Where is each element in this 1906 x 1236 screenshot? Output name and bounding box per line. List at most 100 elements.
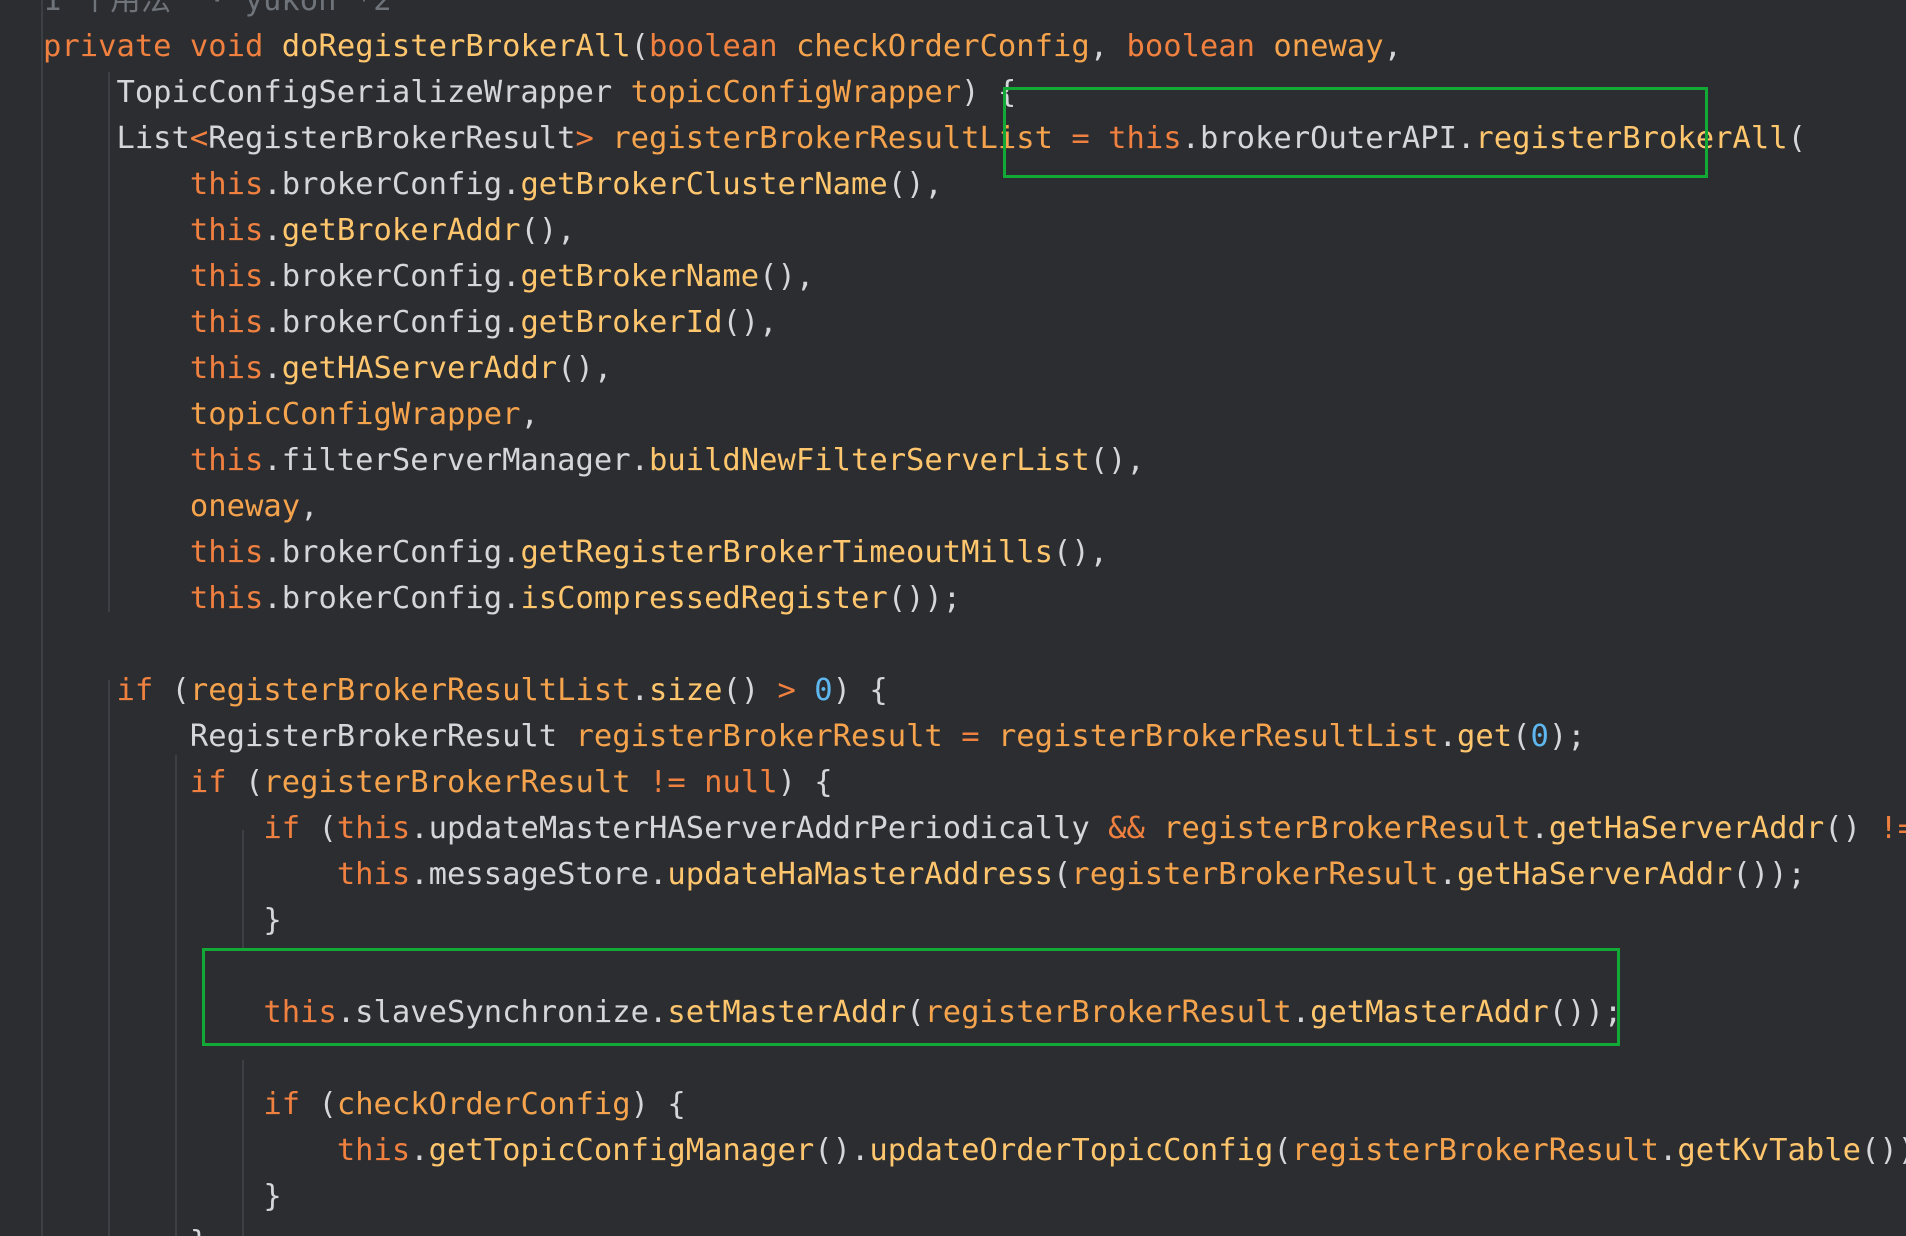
code-token: registerBrokerResult [1291,1133,1659,1168]
code-token: != [649,765,686,800]
code-token: void [189,29,264,64]
code-line[interactable]: this.filterServerManager.buildNewFilterS… [43,438,1145,484]
code-token: RegisterBrokerResult [208,121,576,156]
code-line[interactable]: if (registerBrokerResultList.size() > 0)… [43,668,888,714]
code-token: registerBrokerResult [1163,811,1531,846]
code-token: . [410,1133,429,1168]
code-token: ()); [1732,857,1806,892]
code-token: checkOrderConfig [795,29,1090,64]
code-token: ( [1787,121,1806,156]
code-token: this [189,305,264,340]
code-editor[interactable]: 1 个用法 · yukon *2 private void doRegisterB… [0,0,1906,1236]
code-token: this [336,1133,411,1168]
code-token: getHaServerAddr [1548,811,1825,846]
code-line[interactable]: topicConfigWrapper, [43,392,539,438]
code-token: topicConfigWrapper [630,75,962,110]
code-token: ( [1273,1133,1292,1168]
code-token: buildNewFilterServerList [648,443,1090,478]
code-line[interactable]: private void doRegisterBrokerAll(boolean… [43,24,1402,70]
code-token: this [189,351,264,386]
code-token: 0 [814,673,833,708]
code-line[interactable]: if (registerBrokerResult != null) { [43,760,833,806]
code-token: > [777,673,796,708]
code-line[interactable]: this.brokerConfig.getBrokerId(), [43,300,778,346]
code-token: oneway [189,489,301,524]
code-token: updateHaMasterAddress [667,857,1053,892]
code-token: this [189,443,264,478]
code-line[interactable]: this.brokerConfig.isCompressedRegister()… [43,576,961,622]
code-token: 1 个用法 · yukon *2 [43,0,392,18]
code-token: (), [520,213,576,248]
code-token: ( [300,1087,337,1122]
code-token: getKvTable [1677,1133,1861,1168]
code-token: .messageStore. [410,857,668,892]
code-token: registerBrokerResult [263,765,631,800]
code-token: .brokerConfig. [263,535,521,570]
code-line[interactable]: } [43,1220,208,1236]
code-line[interactable]: } [43,898,281,944]
code-line[interactable]: this.messageStore.updateHaMasterAddress(… [43,852,1806,898]
code-token: ()); [1861,1133,1906,1168]
code-line[interactable]: oneway, [43,484,319,530]
code-token: () [1824,811,1880,846]
code-token: (), [887,167,943,202]
code-line[interactable]: if (this.updateMasterHAServerAddrPeriodi… [43,806,1906,852]
code-line[interactable]: TopicConfigSerializeWrapper topicConfigW… [43,70,1016,116]
code-token: if [263,811,301,846]
code-token: .brokerConfig. [263,305,521,340]
code-token: . [263,213,282,248]
code-line[interactable]: this.getHAServerAddr(), [43,346,612,392]
code-token: getHaServerAddr [1456,857,1733,892]
code-token: ) { [832,673,888,708]
code-token: (), [1052,535,1109,570]
code-line[interactable]: this.brokerConfig.getBrokerName(), [43,254,814,300]
code-line[interactable]: this.getBrokerAddr(), [43,208,576,254]
code-line[interactable]: this.brokerConfig.getBrokerClusterName()… [43,162,943,208]
code-token: .updateMasterHAServerAddrPeriodically [410,811,1090,846]
code-token: , [1383,29,1402,64]
code-line[interactable]: this.getTopicConfigManager().updateOrder… [43,1128,1906,1174]
code-token: registerBrokerResultList [612,121,1053,156]
code-token: List [116,121,190,156]
code-token: this [189,259,264,294]
code-line[interactable]: 1 个用法 · yukon *2 [43,0,392,24]
code-token: > [575,121,594,156]
code-line[interactable]: } [43,1174,281,1220]
code-token: . [1530,811,1549,846]
code-token: if [116,673,154,708]
code-token: this [336,811,411,846]
code-token: ()); [887,581,962,616]
code-token: getBrokerAddr [281,213,521,248]
code-token: boolean [649,29,778,64]
code-line[interactable]: this.brokerConfig.getRegisterBrokerTimeo… [43,530,1108,576]
highlight-box-set-master-addr [202,948,1620,1046]
code-token: ( [630,29,650,64]
code-token: (), [722,305,778,340]
code-token: if [263,1087,301,1122]
code-token: getTopicConfigManager [428,1133,815,1168]
code-token: checkOrderConfig [336,1087,631,1122]
code-line[interactable]: if (checkOrderConfig) { [43,1082,685,1128]
code-line[interactable]: RegisterBrokerResult registerBrokerResul… [43,714,1586,760]
code-token: , [1089,29,1127,64]
code-token: && [1108,811,1145,846]
